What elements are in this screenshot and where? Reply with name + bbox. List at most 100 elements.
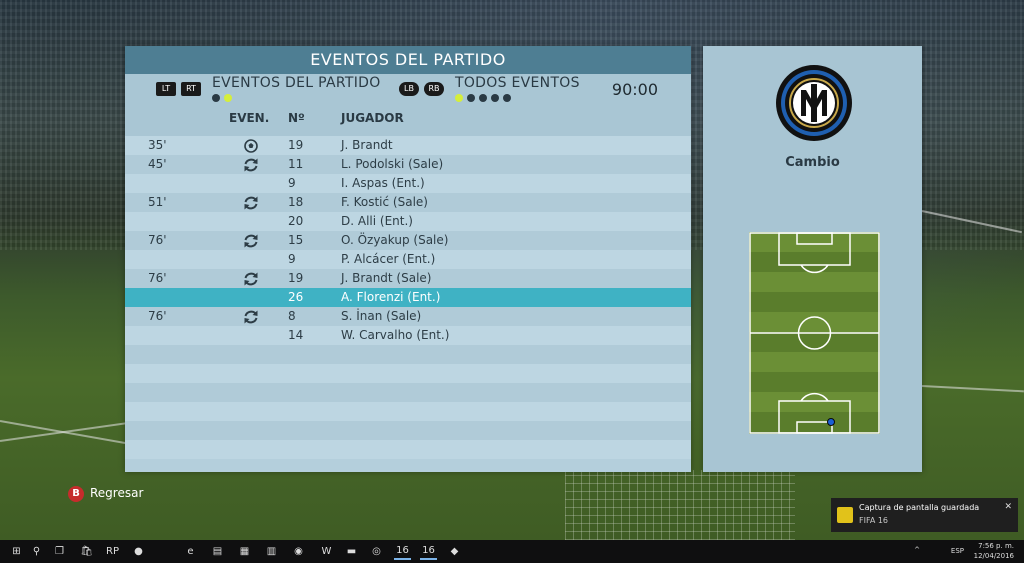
- event-row[interactable]: [125, 364, 691, 383]
- word-icon[interactable]: W: [318, 543, 335, 560]
- player-number: 9: [288, 252, 296, 266]
- xbox-app-icon: [837, 507, 853, 523]
- page-dot: [491, 94, 499, 102]
- search-icon[interactable]: ⚲: [28, 543, 45, 560]
- substitution-icon: [240, 193, 262, 212]
- event-minute: 51': [148, 195, 167, 209]
- inter-milan-crest-icon: [776, 65, 852, 141]
- calculator-icon[interactable]: ▥: [263, 543, 280, 560]
- lt-button[interactable]: LT: [156, 82, 176, 96]
- edge-icon[interactable]: e: [182, 543, 199, 560]
- player-name: A. Florenzi (Ent.): [341, 290, 441, 304]
- app-orange-icon[interactable]: ●: [130, 543, 147, 560]
- player-name: S. İnan (Sale): [341, 309, 422, 323]
- panel-title: EVENTOS DEL PARTIDO: [125, 46, 691, 74]
- page-dot: [467, 94, 475, 102]
- goal-net: [565, 470, 795, 540]
- rb-button[interactable]: RB: [424, 82, 444, 96]
- player-position-marker: [827, 418, 835, 426]
- clock-time[interactable]: 7:56 p. m.: [978, 542, 1014, 550]
- notification-title: Captura de pantalla guardada: [859, 503, 980, 512]
- match-clock: 90:00: [611, 80, 658, 99]
- page-dot: [503, 94, 511, 102]
- notification-subtitle: FIFA 16: [859, 516, 889, 525]
- lb-button[interactable]: LB: [399, 82, 419, 96]
- tray-chevron-icon[interactable]: ^: [914, 546, 920, 554]
- b-button-icon: B: [68, 486, 84, 502]
- event-minute: 45': [148, 157, 167, 171]
- event-detail-panel: Cambio: [703, 46, 922, 472]
- event-row[interactable]: [125, 421, 691, 440]
- app-helmet-icon[interactable]: ◉: [290, 543, 307, 560]
- player-number: 15: [288, 233, 304, 247]
- event-row[interactable]: [125, 345, 691, 364]
- player-name: W. Carvalho (Ent.): [341, 328, 450, 342]
- player-name: D. Alli (Ent.): [341, 214, 413, 228]
- folder-icon[interactable]: ▬: [343, 543, 360, 560]
- event-row[interactable]: [125, 383, 691, 402]
- windows-taskbar: ^ ESP 7:56 p. m. 12/04/2016 ⊞ ⚲ ❐ 🛍 RP ● e ▤ ▦ ▥ ◉…: [0, 540, 1024, 563]
- app-window-icon[interactable]: ▦: [236, 543, 253, 560]
- event-minute: 76': [148, 271, 167, 285]
- player-number: 19: [288, 138, 304, 152]
- player-number: 11: [288, 157, 304, 171]
- event-minute: 76': [148, 233, 167, 247]
- match-events-panel: EVENTOS DEL PARTIDO LT RT EVENTOS DEL PA…: [125, 46, 691, 472]
- language-indicator[interactable]: ESP: [951, 547, 964, 555]
- fifa16-icon[interactable]: 16: [394, 543, 411, 560]
- page-dot: [479, 94, 487, 102]
- event-row[interactable]: 76' 8 S. İnan (Sale): [125, 307, 691, 326]
- explorer-icon[interactable]: ▤: [209, 543, 226, 560]
- event-scope-filter[interactable]: TODOS EVENTOS: [455, 75, 580, 91]
- app-rp-icon[interactable]: RP: [104, 543, 121, 560]
- event-minute: 35': [148, 138, 167, 152]
- close-icon[interactable]: ✕: [1004, 502, 1012, 512]
- player-name: O. Özyakup (Sale): [341, 233, 449, 247]
- column-header-event: EVEN.: [229, 111, 270, 125]
- player-number: 8: [288, 309, 296, 323]
- player-name: J. Brandt: [341, 138, 393, 152]
- clock-date[interactable]: 12/04/2016: [974, 552, 1014, 560]
- app-red-icon[interactable]: ◆: [446, 543, 463, 560]
- rt-button[interactable]: RT: [181, 82, 201, 96]
- event-row[interactable]: 35' 19 J. Brandt: [125, 136, 691, 155]
- page-dot-active: [224, 94, 232, 102]
- substitution-icon: [240, 155, 262, 174]
- player-name: P. Alcácer (Ent.): [341, 252, 436, 266]
- event-row[interactable]: 26 A. Florenzi (Ent.): [125, 288, 691, 307]
- screenshot-notification[interactable]: Captura de pantalla guardada FIFA 16 ✕: [831, 498, 1018, 532]
- goal-icon: [240, 136, 262, 155]
- start-icon[interactable]: ⊞: [8, 543, 25, 560]
- event-row[interactable]: 9 I. Aspas (Ent.): [125, 174, 691, 193]
- event-row[interactable]: [125, 402, 691, 421]
- substitution-icon: [240, 307, 262, 326]
- page-dot: [212, 94, 220, 102]
- substitution-icon: [240, 269, 262, 288]
- event-row[interactable]: 51' 18 F. Kostić (Sale): [125, 193, 691, 212]
- event-minute: 76': [148, 309, 167, 323]
- player-number: 14: [288, 328, 304, 342]
- event-row[interactable]: [125, 440, 691, 459]
- events-list: 35' 19 J. Brandt 45' 11 L. Podolski (Sale) 9 I.…: [125, 136, 691, 472]
- task-view-icon[interactable]: ❐: [51, 543, 68, 560]
- store-icon[interactable]: 🛍: [78, 543, 95, 560]
- event-row[interactable]: 76' 19 J. Brandt (Sale): [125, 269, 691, 288]
- event-row[interactable]: 20 D. Alli (Ent.): [125, 212, 691, 231]
- event-row[interactable]: 14 W. Carvalho (Ent.): [125, 326, 691, 345]
- player-number: 18: [288, 195, 304, 209]
- player-name: L. Podolski (Sale): [341, 157, 444, 171]
- player-number: 20: [288, 214, 304, 228]
- player-number: 9: [288, 176, 296, 190]
- page-dot-active: [455, 94, 463, 102]
- substitution-icon: [240, 231, 262, 250]
- fifa16-icon[interactable]: 16: [420, 543, 437, 560]
- player-number: 26: [288, 290, 304, 304]
- event-row[interactable]: 45' 11 L. Podolski (Sale): [125, 155, 691, 174]
- player-name: F. Kostić (Sale): [341, 195, 428, 209]
- player-name: I. Aspas (Ent.): [341, 176, 425, 190]
- chrome-icon[interactable]: ◎: [368, 543, 385, 560]
- back-label: Regresar: [90, 486, 144, 500]
- event-row[interactable]: 76' 15 O. Özyakup (Sale): [125, 231, 691, 250]
- event-row[interactable]: 9 P. Alcácer (Ent.): [125, 250, 691, 269]
- event-type-filter[interactable]: EVENTOS DEL PARTIDO: [212, 75, 381, 91]
